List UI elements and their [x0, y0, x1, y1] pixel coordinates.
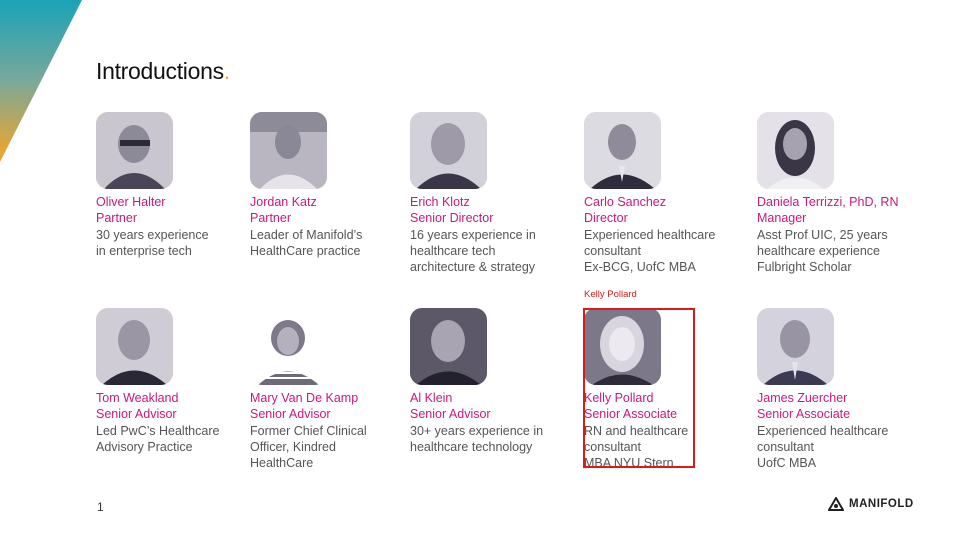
person-role: Partner — [96, 211, 137, 225]
person-name: Oliver Halter — [96, 195, 166, 209]
headshot-photo — [410, 112, 487, 189]
person-card-carlo-sanchez: Carlo Sanchez Director Experienced healt… — [584, 112, 754, 275]
person-role: Senior Advisor — [250, 407, 331, 421]
title-dot: . — [223, 58, 230, 84]
manifold-logo: MANIFOLD — [828, 497, 914, 511]
person-name: Erich Klotz — [410, 195, 470, 209]
person-card-al-klein: Al Klein Senior Advisor 30+ years experi… — [410, 308, 580, 455]
person-card-oliver-halter: Oliver Halter Partner 30 years experienc… — [96, 112, 266, 259]
person-description: 16 years experience in healthcare tech a… — [410, 228, 536, 274]
person-name: James Zuercher — [757, 391, 848, 405]
person-description: Experienced healthcare consultant UofC M… — [757, 424, 889, 470]
person-role: Director — [584, 211, 628, 225]
headshot-photo — [410, 308, 487, 385]
person-description: Led PwC’s Healthcare Advisory Practice — [96, 424, 220, 454]
headshot-photo — [250, 308, 327, 385]
person-description: Leader of Manifold’s HealthCare practice — [250, 228, 363, 258]
person-role: Senior Associate — [757, 407, 851, 421]
person-name: Al Klein — [410, 391, 453, 405]
person-description: RN and healthcare consultant MBA NYU Ste… — [584, 424, 689, 470]
person-card-tom-weakland: Tom Weakland Senior Advisor Led PwC’s He… — [96, 308, 266, 455]
person-role: Senior Advisor — [410, 407, 491, 421]
person-name: Mary Van De Kamp — [250, 391, 359, 405]
person-name: Jordan Katz — [250, 195, 317, 209]
corner-gradient-decoration — [0, 0, 82, 162]
person-name: Daniela Terrizzi, PhD, RN — [757, 195, 899, 209]
person-card-kelly-pollard[interactable]: Kelly Pollard Senior Associate RN and he… — [584, 308, 754, 471]
headshot-photo — [757, 308, 834, 385]
person-role: Senior Director — [410, 211, 494, 225]
manifold-logo-icon — [828, 497, 844, 511]
headshot-photo — [584, 112, 661, 189]
person-role: Senior Associate — [584, 407, 678, 421]
person-card-daniela-terrizzi: Daniela Terrizzi, PhD, RN Manager Asst P… — [757, 112, 927, 275]
person-role: Senior Advisor — [96, 407, 177, 421]
headshot-photo — [96, 308, 173, 385]
person-card-erich-klotz: Erich Klotz Senior Director 16 years exp… — [410, 112, 580, 275]
highlight-label: Kelly Pollard — [584, 289, 637, 300]
title-text: Introductions — [96, 58, 224, 84]
headshot-photo — [250, 112, 327, 189]
headshot-photo — [96, 112, 173, 189]
person-card-jordan-katz: Jordan Katz Partner Leader of Manifold’s… — [250, 112, 420, 259]
person-role: Manager — [757, 211, 807, 225]
slide-title: Introductions. — [96, 58, 230, 85]
headshot-photo — [757, 112, 834, 189]
logo-text: MANIFOLD — [849, 498, 914, 510]
person-description: Asst Prof UIC, 25 years healthcare exper… — [757, 228, 888, 274]
person-description: Experienced healthcare consultant Ex-BCG… — [584, 228, 716, 274]
page-number: 1 — [97, 500, 104, 514]
person-role: Partner — [250, 211, 291, 225]
headshot-photo — [584, 308, 661, 385]
person-name: Carlo Sanchez — [584, 195, 666, 209]
person-card-james-zuercher: James Zuercher Senior Associate Experien… — [757, 308, 927, 471]
person-description: 30 years experience in enterprise tech — [96, 228, 209, 258]
person-description: Former Chief Clinical Officer, Kindred H… — [250, 424, 367, 470]
person-name: Kelly Pollard — [584, 391, 654, 405]
person-description: 30+ years experience in healthcare techn… — [410, 424, 544, 454]
person-name: Tom Weakland — [96, 391, 179, 405]
person-card-mary-van-de-kamp: Mary Van De Kamp Senior Advisor Former C… — [250, 308, 420, 471]
